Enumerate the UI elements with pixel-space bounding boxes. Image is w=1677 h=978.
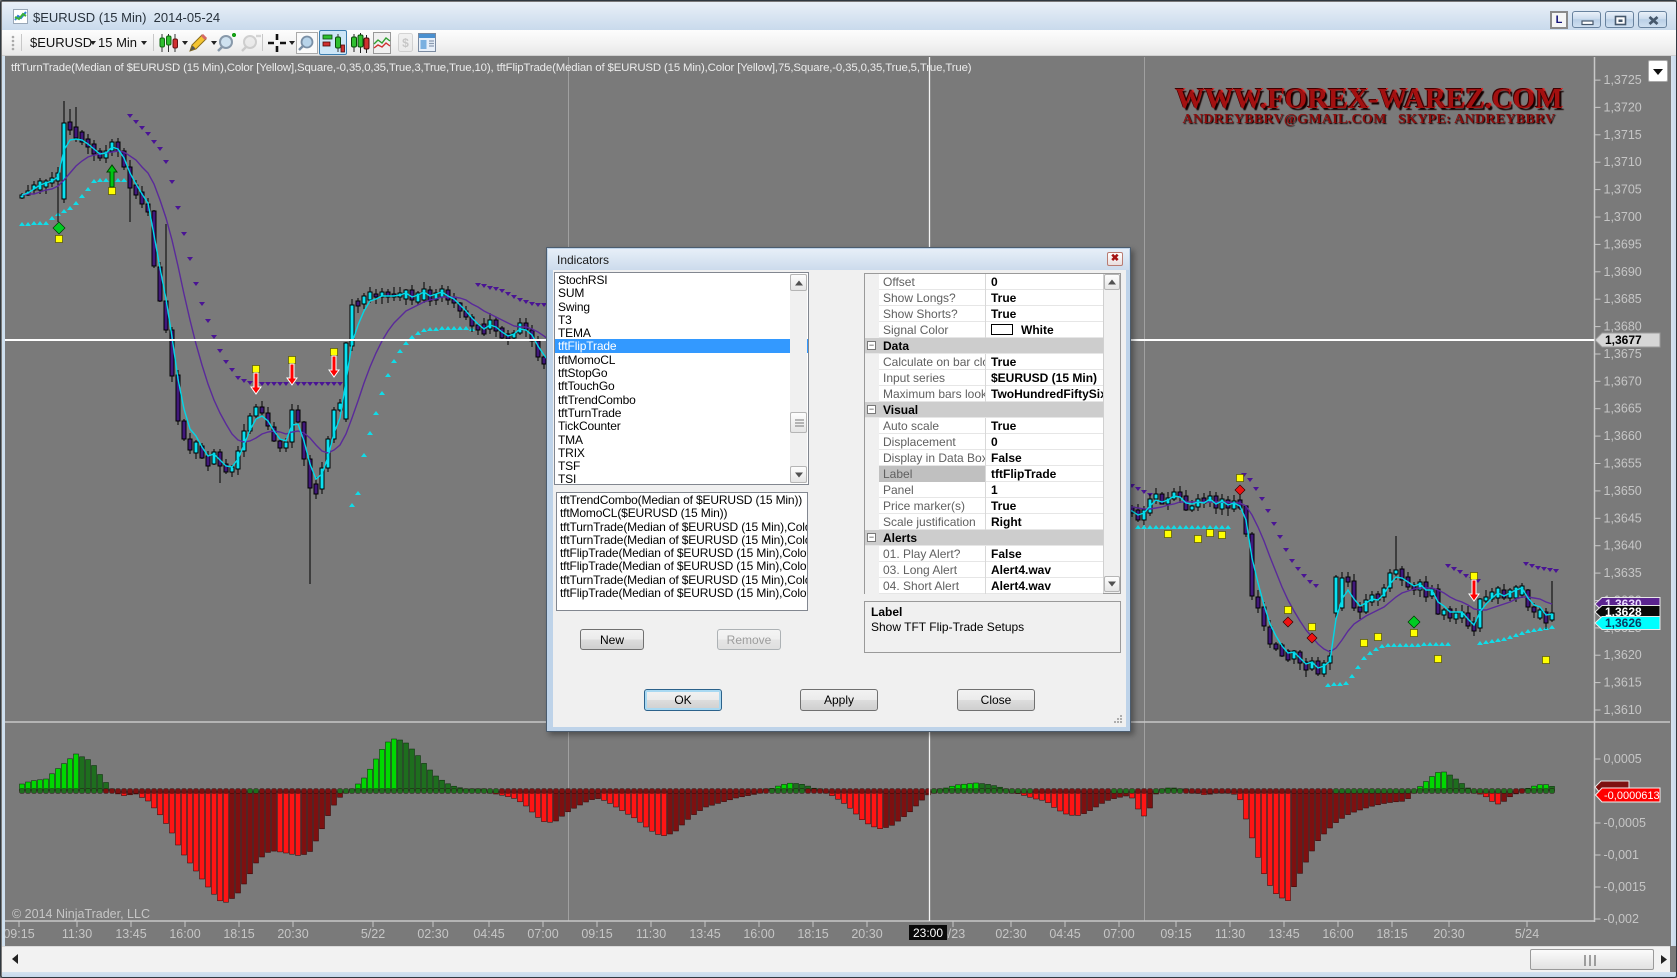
svg-text:20:30: 20:30 [1433, 927, 1464, 941]
svg-text:13:45: 13:45 [1268, 927, 1299, 941]
svg-text:1,3690: 1,3690 [1604, 265, 1642, 279]
svg-text:5/24: 5/24 [1515, 927, 1539, 941]
svg-text:© 2014 NinjaTrader, LLC: © 2014 NinjaTrader, LLC [12, 907, 150, 921]
svg-text:1,3655: 1,3655 [1604, 457, 1642, 471]
svg-text:1,3715: 1,3715 [1604, 128, 1642, 142]
svg-text:1,3705: 1,3705 [1604, 183, 1642, 197]
svg-text:18:15: 18:15 [1376, 927, 1407, 941]
svg-text:09:15: 09:15 [3, 927, 34, 941]
svg-text:1,3680: 1,3680 [1604, 320, 1642, 334]
svg-text:1,3645: 1,3645 [1604, 511, 1642, 525]
svg-text:16:00: 16:00 [743, 927, 774, 941]
svg-text:04:45: 04:45 [473, 927, 504, 941]
svg-text:1,3700: 1,3700 [1604, 210, 1642, 224]
svg-text:13:45: 13:45 [689, 927, 720, 941]
svg-text:11:30: 11:30 [1215, 927, 1245, 941]
svg-text:1,3677: 1,3677 [1605, 333, 1642, 347]
svg-text:1,3660: 1,3660 [1604, 429, 1642, 443]
svg-text:13:45: 13:45 [115, 927, 146, 941]
svg-text:-0,0005: -0,0005 [1604, 816, 1646, 830]
svg-text:16:00: 16:00 [1322, 927, 1353, 941]
svg-text:1,3620: 1,3620 [1604, 648, 1642, 662]
svg-text:16:00: 16:00 [169, 927, 200, 941]
svg-text:1,3670: 1,3670 [1604, 374, 1642, 388]
svg-text:-0,002: -0,002 [1604, 912, 1639, 926]
svg-text:1,3685: 1,3685 [1604, 292, 1642, 306]
svg-text:11:30: 11:30 [62, 927, 92, 941]
svg-text:1,3725: 1,3725 [1604, 73, 1642, 87]
svg-text:$: $ [402, 36, 409, 50]
svg-text:09:15: 09:15 [1160, 927, 1191, 941]
svg-text:07:00: 07:00 [527, 927, 558, 941]
svg-text:09:15: 09:15 [581, 927, 612, 941]
svg-text:02:30: 02:30 [995, 927, 1026, 941]
svg-text:1,3615: 1,3615 [1604, 676, 1642, 690]
svg-text:0,0005: 0,0005 [1604, 752, 1642, 766]
svg-text:1,3665: 1,3665 [1604, 402, 1642, 416]
svg-text:18:15: 18:15 [797, 927, 828, 941]
svg-text:-0,0000613: -0,0000613 [1604, 790, 1660, 802]
svg-text:11:30: 11:30 [636, 927, 666, 941]
svg-text:18:15: 18:15 [223, 927, 254, 941]
svg-text:1,3710: 1,3710 [1604, 155, 1642, 169]
svg-text:1,3650: 1,3650 [1604, 484, 1642, 498]
svg-text:20:30: 20:30 [277, 927, 308, 941]
svg-text:1,3675: 1,3675 [1604, 347, 1642, 361]
svg-text:1,3610: 1,3610 [1604, 703, 1642, 717]
svg-text:1,3695: 1,3695 [1604, 237, 1642, 251]
svg-text:1,3720: 1,3720 [1604, 100, 1642, 114]
svg-text:5/22: 5/22 [361, 927, 385, 941]
svg-text:-0,0015: -0,0015 [1604, 880, 1646, 894]
svg-text:23:00: 23:00 [913, 926, 943, 940]
svg-text:04:45: 04:45 [1049, 927, 1080, 941]
svg-text:02:30: 02:30 [417, 927, 448, 941]
svg-text:20:30: 20:30 [851, 927, 882, 941]
svg-text:-0,001: -0,001 [1604, 848, 1639, 862]
svg-text:1,3626: 1,3626 [1605, 616, 1642, 630]
svg-text:1,3640: 1,3640 [1604, 539, 1642, 553]
svg-text:07:00: 07:00 [1103, 927, 1134, 941]
svg-text:1,3635: 1,3635 [1604, 566, 1642, 580]
